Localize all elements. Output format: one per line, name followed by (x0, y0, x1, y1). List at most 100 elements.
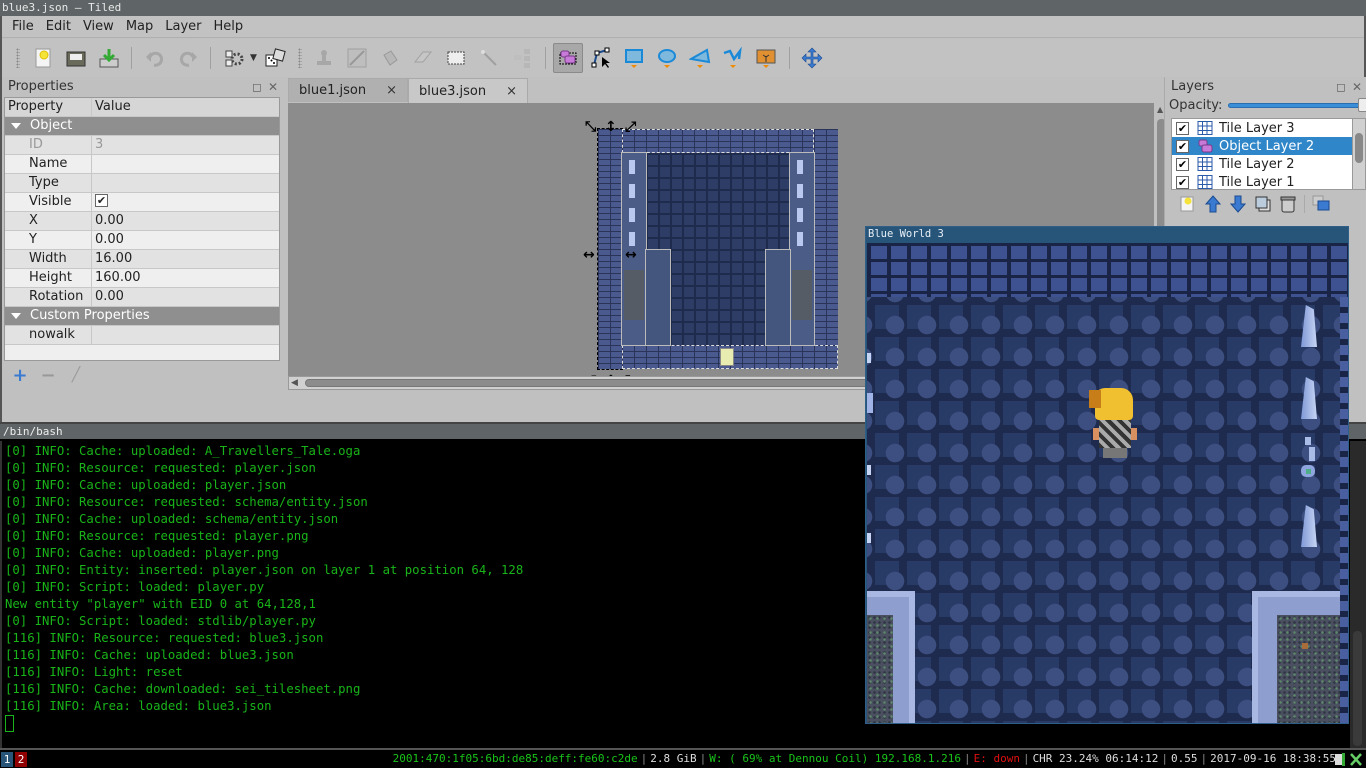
redo-button[interactable] (173, 43, 203, 73)
select-same-tile-button[interactable] (507, 43, 537, 73)
terminal-scrollbar[interactable] (1350, 441, 1366, 749)
lower-layer-button[interactable] (1229, 195, 1247, 213)
resize-handle-n[interactable]: ↕ (605, 120, 617, 134)
delete-layer-button[interactable] (1279, 195, 1297, 213)
duplicate-layer-button[interactable] (1254, 195, 1272, 213)
close-tab-icon[interactable]: × (386, 83, 397, 98)
tab-blue3[interactable]: blue3.json × (408, 78, 528, 104)
layer-item-object-layer-2[interactable]: ✔ Object Layer 2 (1172, 137, 1352, 155)
resize-handle-nw[interactable]: ⤡ (585, 120, 596, 134)
workspace-1-button[interactable]: 1 (1, 752, 13, 767)
new-map-button[interactable] (28, 43, 58, 73)
tab-blue1[interactable]: blue1.json × (288, 78, 408, 102)
menu-edit[interactable]: Edit (40, 19, 77, 34)
collapse-triangle-icon[interactable] (11, 123, 21, 129)
insert-polygon-button[interactable] (685, 43, 715, 73)
layer-list-scrollbar[interactable] (1353, 118, 1366, 190)
property-row-height[interactable]: Height 160.00 (5, 269, 279, 288)
terrain-brush-button[interactable] (342, 43, 372, 73)
float-icon[interactable]: ◻ (252, 77, 262, 97)
resize-handle-w[interactable]: ↔ (583, 248, 595, 262)
undo-button[interactable] (140, 43, 170, 73)
layer-visibility-checkbox[interactable]: ✔ (1176, 121, 1189, 135)
edit-polygons-button[interactable] (586, 43, 616, 73)
layer-visibility-checkbox[interactable]: ✔ (1176, 175, 1189, 189)
resize-handle-e[interactable]: ↔ (625, 248, 637, 262)
float-icon[interactable]: ◻ (1336, 77, 1346, 97)
property-value[interactable]: 16.00 (92, 250, 279, 268)
visible-checkbox[interactable]: ✔ (95, 194, 108, 207)
value-column-header[interactable]: Value (92, 98, 279, 116)
menu-layer[interactable]: Layer (159, 19, 207, 34)
random-mode-button[interactable] (260, 43, 290, 73)
property-value[interactable] (92, 155, 279, 173)
layer-item-tile-layer-2[interactable]: ✔ Tile Layer 2 (1172, 155, 1352, 173)
open-button[interactable] (61, 43, 91, 73)
layer-item-tile-layer-3[interactable]: ✔ Tile Layer 3 (1172, 119, 1352, 137)
property-row-type[interactable]: Type (5, 174, 279, 193)
close-icon[interactable]: ✕ (1352, 77, 1362, 97)
menu-map[interactable]: Map (120, 19, 159, 34)
new-layer-button[interactable] (1179, 195, 1197, 213)
toggle-other-layers-button[interactable] (1312, 195, 1330, 213)
terminal-output[interactable]: [0] INFO: Cache: uploaded: A_Travellers_… (0, 441, 865, 749)
resize-handle-ne[interactable]: ⤢ (625, 120, 636, 134)
property-row-x[interactable]: X 0.00 (5, 212, 279, 231)
scroll-up-arrow-icon[interactable]: ▲ (1157, 105, 1163, 114)
property-row-y[interactable]: Y 0.00 (5, 231, 279, 250)
custom-properties-group-row[interactable]: Custom Properties (5, 307, 279, 326)
remove-property-icon[interactable]: − (40, 365, 56, 386)
game-window[interactable]: Blue World 3 (865, 226, 1349, 724)
insert-tile-button[interactable] (751, 43, 781, 73)
close-icon[interactable]: ✕ (268, 77, 278, 97)
property-value[interactable]: 160.00 (92, 269, 279, 287)
scroll-left-arrow-icon[interactable]: ◀ (291, 378, 298, 388)
property-value[interactable]: 0.00 (92, 212, 279, 230)
insert-ellipse-button[interactable] (652, 43, 682, 73)
collapse-triangle-icon[interactable] (11, 313, 21, 319)
insert-polyline-button[interactable] (718, 43, 748, 73)
property-row-visible[interactable]: Visible ✔ (5, 193, 279, 212)
opacity-slider-knob[interactable] (1358, 97, 1366, 112)
selected-object[interactable] (597, 128, 623, 370)
workspace-2-button[interactable]: 2 (15, 752, 27, 767)
insert-rectangle-button[interactable] (619, 43, 649, 73)
commands-button[interactable] (219, 43, 249, 73)
eraser-button[interactable] (408, 43, 438, 73)
toolbar-grip[interactable] (16, 48, 20, 68)
tray-network-icon[interactable] (1334, 752, 1346, 767)
chevron-down-icon[interactable]: ▼ (250, 53, 257, 63)
tray-tools-icon[interactable] (1350, 752, 1362, 767)
menu-help[interactable]: Help (208, 19, 250, 34)
rename-property-icon[interactable]: ╱ (68, 367, 84, 383)
magic-wand-button[interactable] (474, 43, 504, 73)
raise-layer-button[interactable] (1204, 195, 1222, 213)
game-viewport[interactable] (867, 243, 1348, 723)
stamp-brush-button[interactable] (309, 43, 339, 73)
map-view[interactable] (597, 120, 840, 370)
property-row-width[interactable]: Width 16.00 (5, 250, 279, 269)
terminal-scroll-thumb[interactable] (1353, 631, 1362, 746)
save-button[interactable] (94, 43, 124, 73)
rectangular-select-button[interactable] (441, 43, 471, 73)
menu-file[interactable]: File (6, 19, 40, 34)
toolbar-grip[interactable] (297, 48, 302, 68)
layer-item-tile-layer-1[interactable]: ✔ Tile Layer 1 (1172, 173, 1352, 191)
property-row-rotation[interactable]: Rotation 0.00 (5, 288, 279, 307)
menu-view[interactable]: View (77, 19, 120, 34)
property-row-name[interactable]: Name (5, 155, 279, 174)
bucket-fill-button[interactable] (375, 43, 405, 73)
add-property-icon[interactable]: + (12, 365, 28, 386)
select-objects-button[interactable] (553, 43, 584, 73)
property-value[interactable] (92, 326, 279, 344)
layer-scroll-thumb[interactable] (1355, 133, 1363, 163)
move-button[interactable] (797, 43, 827, 73)
property-value[interactable] (92, 174, 279, 192)
property-value[interactable]: 0.00 (92, 231, 279, 249)
close-tab-icon[interactable]: × (506, 84, 517, 99)
property-column-header[interactable]: Property (5, 98, 92, 116)
object-group-row[interactable]: Object (5, 117, 279, 136)
property-value[interactable]: 0.00 (92, 288, 279, 306)
layer-visibility-checkbox[interactable]: ✔ (1176, 157, 1189, 171)
property-row-nowalk[interactable]: nowalk (5, 326, 279, 345)
